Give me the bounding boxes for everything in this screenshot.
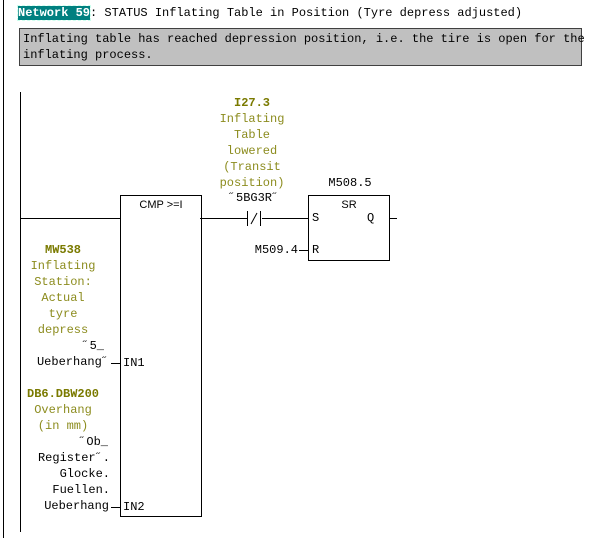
wire bbox=[20, 218, 120, 219]
in1-comment-3: tyre bbox=[48, 307, 78, 321]
wire bbox=[200, 218, 247, 219]
comment-line-2: inflating process. bbox=[23, 48, 153, 62]
in2-comment-1: (in mm) bbox=[37, 419, 89, 433]
contact-comment-3: (Transit bbox=[223, 160, 281, 174]
network-title-text: : STATUS Inflating Table in Position (Ty… bbox=[90, 6, 523, 20]
contact-comment-2: lowered bbox=[226, 144, 278, 158]
reset-operand[interactable]: M509.4 bbox=[255, 242, 298, 258]
contact-comment-0: Inflating bbox=[219, 112, 285, 126]
in1-wire bbox=[111, 363, 120, 364]
network-comment[interactable]: Inflating table has reached depression p… bbox=[19, 28, 585, 66]
left-border bbox=[3, 0, 4, 538]
in2-comment-0: Overhang bbox=[34, 403, 92, 417]
cmp-in2-label: IN2 bbox=[123, 500, 145, 514]
sr-address[interactable]: M508.5 bbox=[328, 175, 371, 191]
in1-comment-2: Actual bbox=[41, 291, 85, 305]
sr-q-label: Q bbox=[367, 211, 375, 225]
sr-s-label: S bbox=[312, 211, 320, 225]
sr-r-label: R bbox=[312, 243, 320, 257]
wire bbox=[262, 218, 308, 219]
power-rail bbox=[20, 92, 21, 532]
in1-address[interactable]: MW538 bbox=[45, 242, 81, 258]
in2-symbol-1: Register˝. bbox=[37, 451, 110, 465]
normally-closed-contact-icon[interactable] bbox=[246, 211, 262, 226]
contact-comment-1: Table bbox=[233, 128, 271, 142]
in2-symbol-2: Glocke. bbox=[59, 467, 110, 481]
contact-address[interactable]: I27.3 bbox=[234, 95, 270, 111]
in1-comment-0: Inflating bbox=[30, 259, 96, 273]
in1-symbol-0: ˝5_ bbox=[82, 339, 104, 353]
sr-title: SR bbox=[341, 199, 357, 211]
cmp-in1-label: IN1 bbox=[123, 356, 145, 370]
r-wire bbox=[299, 250, 308, 251]
in1-symbol-1: Ueberhang˝ bbox=[36, 355, 109, 369]
contact-comment-4: position) bbox=[219, 176, 285, 190]
in1-comment-4: depress bbox=[37, 323, 89, 337]
network-label[interactable]: Network 59 bbox=[16, 5, 92, 21]
in2-symbol-3: Fuellen. bbox=[52, 483, 110, 497]
q-wire bbox=[389, 218, 397, 219]
cmp-title: CMP >=I bbox=[139, 199, 183, 211]
in2-symbol-4: Ueberhang bbox=[44, 499, 109, 513]
in2-address[interactable]: DB6.DBW200 bbox=[27, 386, 99, 402]
network-title: Network 59: STATUS Inflating Table in Po… bbox=[16, 5, 523, 21]
in2-wire bbox=[111, 507, 120, 508]
in1-comment-1: Station: bbox=[34, 275, 92, 289]
contact-symbol: ˝5BG3R˝ bbox=[228, 191, 280, 205]
comment-line-1: Inflating table has reached depression p… bbox=[23, 32, 585, 46]
in2-symbol-0: ˝Ob_ bbox=[79, 435, 108, 449]
